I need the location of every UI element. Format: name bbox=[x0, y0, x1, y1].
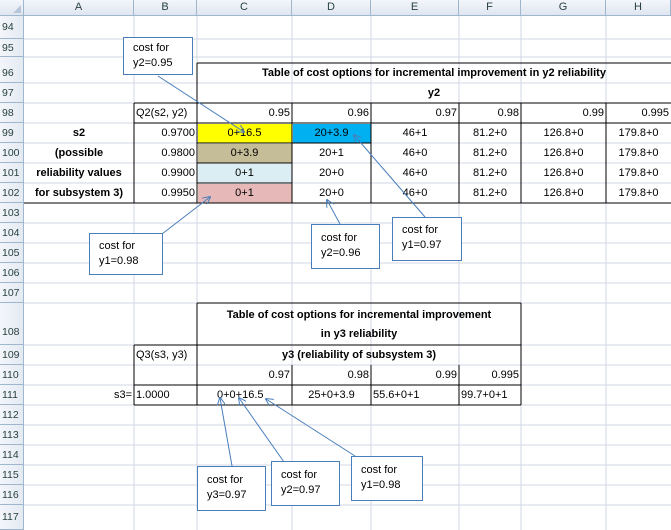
callout-cost-y2-096[interactable]: cost for y2=0.96 bbox=[311, 224, 380, 269]
callout-line: y1=0.98 bbox=[361, 479, 401, 491]
callout-line: y2=0.96 bbox=[321, 247, 361, 259]
callout-line: y3=0.97 bbox=[207, 489, 247, 501]
arrow-to-d102 bbox=[327, 200, 341, 225]
callout-cost-y3-097[interactable]: cost for y3=0.97 bbox=[197, 466, 266, 511]
callout-cost-y1-098-b[interactable]: cost for y1=0.98 bbox=[351, 456, 423, 501]
callout-line: y1=0.97 bbox=[402, 239, 442, 251]
callout-cost-y1-097[interactable]: cost for y1=0.97 bbox=[392, 217, 462, 261]
callout-line: y2=0.97 bbox=[281, 484, 321, 496]
callout-line: cost for bbox=[321, 232, 358, 244]
callout-line: cost for bbox=[281, 469, 318, 481]
arrow-to-c99 bbox=[157, 75, 244, 132]
arrow-to-y3 bbox=[220, 398, 233, 467]
callout-line: cost for bbox=[402, 224, 439, 236]
arrow-to-c102 bbox=[161, 197, 210, 235]
callout-line: cost for bbox=[133, 42, 170, 54]
spreadsheet: A B C D E F G H 94 95 96 97 98 99 100 10… bbox=[0, 0, 671, 530]
callout-cost-y2-097[interactable]: cost for y2=0.97 bbox=[271, 461, 340, 506]
callout-line: cost for bbox=[361, 464, 398, 476]
arrow-to-y2 bbox=[239, 398, 285, 463]
callout-line: y1=0.98 bbox=[99, 255, 139, 267]
callout-cost-y2-095[interactable]: cost for y2=0.95 bbox=[123, 37, 193, 75]
callout-cost-y1-098[interactable]: cost for y1=0.98 bbox=[89, 233, 163, 275]
callout-line: cost for bbox=[207, 474, 244, 486]
callout-line: cost for bbox=[99, 240, 136, 252]
arrow-to-d99 bbox=[354, 135, 426, 218]
callout-line: y2=0.95 bbox=[133, 57, 173, 69]
arrow-to-y1 bbox=[266, 399, 356, 457]
